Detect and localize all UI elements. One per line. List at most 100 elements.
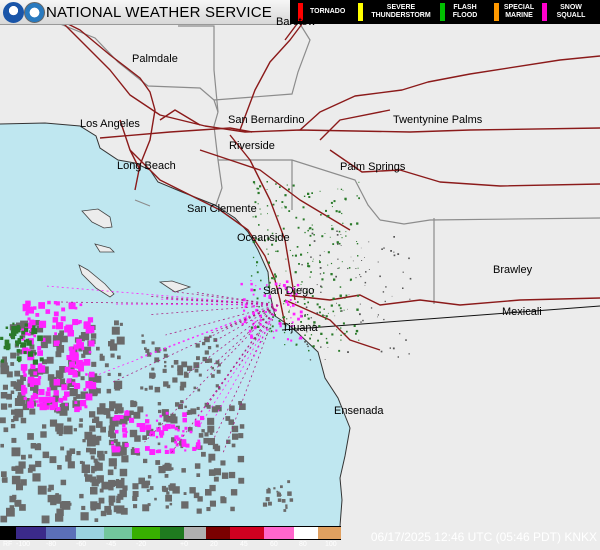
- radar-echo: [134, 448, 140, 454]
- radar-echo: [348, 267, 351, 269]
- radar-echo: [232, 433, 239, 440]
- radar-echo: [56, 407, 61, 411]
- radar-echo: [272, 316, 274, 318]
- radar-echo: [107, 372, 111, 376]
- radar-echo: [170, 467, 174, 471]
- radar-echo: [296, 246, 299, 248]
- radar-echo: [257, 191, 260, 195]
- radar-echo: [68, 369, 74, 375]
- radar-echo: [331, 333, 334, 336]
- radar-echo: [104, 363, 109, 368]
- radar-echo: [45, 309, 51, 314]
- radar-echo: [339, 286, 342, 288]
- radar-echo: [111, 441, 114, 445]
- radar-echo: [45, 391, 51, 397]
- radar-echo: [267, 253, 269, 255]
- radar-echo: [282, 227, 285, 230]
- noaa-logo-icon[interactable]: [3, 2, 24, 23]
- radar-echo: [146, 489, 150, 492]
- radar-echo: [117, 493, 124, 500]
- radar-echo: [289, 299, 292, 301]
- radar-echo: [278, 491, 280, 494]
- radar-echo: [356, 308, 359, 311]
- radar-echo: [338, 210, 341, 213]
- legend-label-severe-thunderstorm: SEVERE THUNDERSTORM: [371, 4, 431, 19]
- radar-echo: [61, 335, 68, 343]
- radar-echo: [294, 271, 297, 274]
- radar-echo: [60, 316, 66, 322]
- radar-echo: [393, 236, 395, 238]
- radar-echo: [252, 181, 256, 184]
- radar-echo: [164, 449, 169, 454]
- radar-echo: [0, 417, 6, 424]
- radar-echo: [29, 408, 36, 415]
- radar-echo: [16, 324, 20, 328]
- radar-echo: [225, 416, 231, 421]
- radar-echo: [27, 433, 34, 440]
- radar-echo: [80, 376, 85, 381]
- radar-echo: [281, 201, 284, 203]
- radar-echo: [220, 460, 226, 466]
- radar-echo: [356, 222, 359, 225]
- radar-echo: [196, 508, 202, 514]
- radar-echo: [133, 401, 138, 406]
- city-label-palm-springs: Palm Springs: [340, 161, 406, 173]
- radar-echo: [297, 226, 300, 229]
- radar-echo: [284, 194, 287, 197]
- radar-echo: [98, 497, 105, 504]
- radar-echo: [110, 353, 115, 358]
- radar-echo: [96, 407, 105, 415]
- radar-echo: [20, 343, 24, 346]
- radar-echo: [288, 210, 291, 212]
- radar-echo: [122, 433, 127, 438]
- radar-echo: [268, 501, 272, 506]
- radar-echo: [114, 414, 120, 421]
- radar-echo: [35, 400, 39, 403]
- radar-echo: [377, 314, 379, 316]
- radar-echo: [347, 308, 348, 310]
- radar-echo: [197, 439, 201, 443]
- radar-echo: [0, 443, 4, 448]
- radar-echo: [333, 278, 336, 281]
- radar-echo: [44, 396, 51, 403]
- radar-echo: [30, 319, 34, 324]
- radar-echo: [327, 347, 329, 348]
- radar-echo: [45, 405, 50, 410]
- nws-logo-icon[interactable]: [24, 2, 45, 23]
- radar-echo: [32, 473, 41, 482]
- radar-echo: [90, 487, 98, 495]
- radar-echo: [107, 469, 114, 476]
- radar-echo: [349, 223, 353, 226]
- radar-echo: [338, 267, 340, 269]
- radar-echo: [17, 340, 22, 345]
- city-label-san-bernardino: San Bernardino: [228, 114, 305, 126]
- radar-echo: [220, 497, 227, 504]
- radar-echo: [192, 446, 197, 451]
- radar-echo: [175, 402, 180, 407]
- radar-echo: [339, 295, 342, 298]
- radar-echo: [85, 373, 88, 376]
- radar-echo: [285, 506, 288, 509]
- radar-echo: [306, 343, 308, 345]
- radar-echo: [272, 331, 274, 333]
- radar-echo: [155, 460, 161, 465]
- scale-tick: -45: [106, 541, 117, 548]
- radar-echo: [268, 330, 270, 332]
- radar-echo: [145, 424, 152, 431]
- radar-echo: [58, 375, 62, 380]
- radar-echo: [254, 215, 257, 218]
- radar-echo: [110, 339, 115, 344]
- radar-echo: [108, 485, 114, 491]
- radar-echo: [275, 329, 278, 332]
- radar-echo: [292, 312, 296, 316]
- radar-echo: [119, 415, 124, 419]
- radar-echo: [340, 234, 342, 235]
- radar-echo: [370, 307, 373, 309]
- radar-echo: [131, 447, 135, 450]
- radar-echo: [0, 403, 8, 410]
- radar-echo: [257, 325, 260, 328]
- radar-echo: [10, 362, 15, 366]
- radar-echo: [122, 485, 128, 491]
- radar-echo: [295, 216, 298, 219]
- radar-echo: [37, 350, 43, 356]
